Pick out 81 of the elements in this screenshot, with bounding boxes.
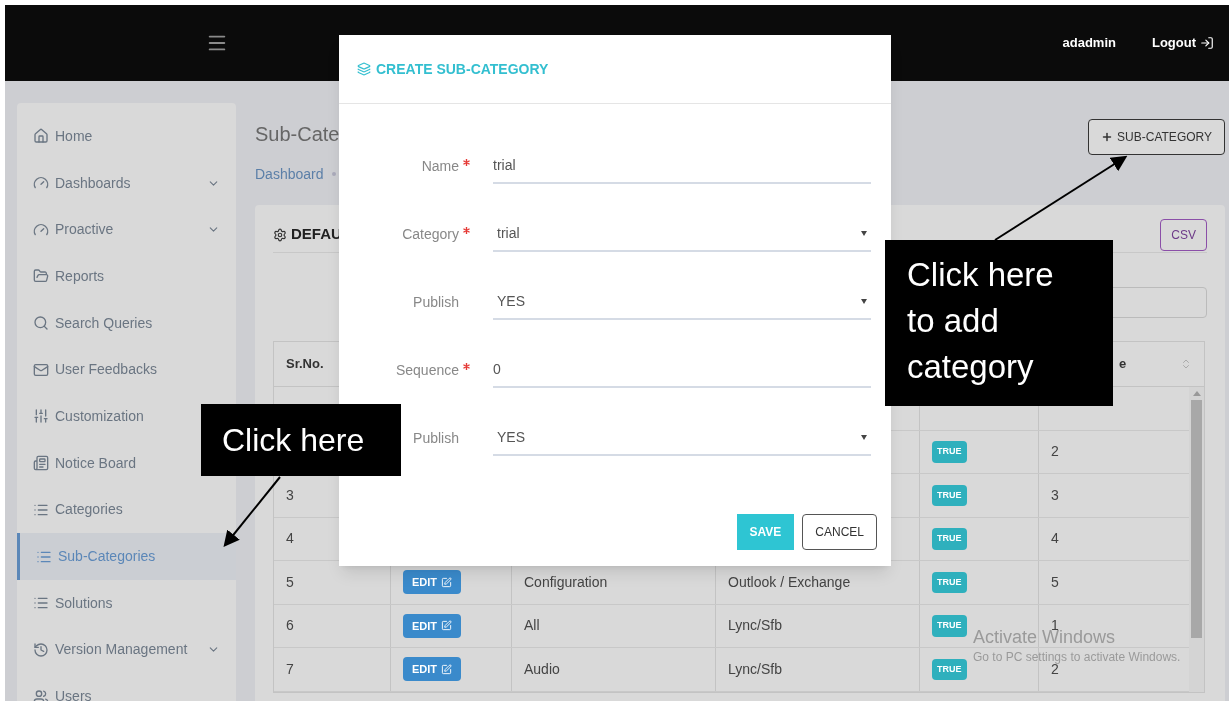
modal-title: CREATE SUB-CATEGORY (376, 59, 549, 79)
callout-tooltip: Click here (201, 404, 401, 476)
table-cell-text: Audio (524, 659, 560, 679)
table-cell-text: 5 (1051, 572, 1059, 592)
gauge-icon (33, 221, 49, 238)
input-field[interactable]: 0 (493, 352, 871, 388)
history-icon (33, 641, 49, 658)
mail-icon (33, 361, 49, 378)
sidebar-item[interactable]: Home (17, 113, 236, 160)
field-label: Sequence (395, 360, 459, 380)
edit-button[interactable]: EDIT (403, 570, 462, 595)
table-cell-text: 4 (286, 529, 294, 549)
sidebar-item[interactable]: User Feedbacks (17, 346, 236, 394)
field-label: Name (421, 156, 459, 176)
field-label: Publish (413, 428, 459, 448)
edit-icon (441, 663, 453, 675)
save-button[interactable]: SAVE (736, 514, 795, 550)
pointer-arrow (223, 476, 281, 548)
sidebar-item[interactable]: Solutions (17, 579, 236, 627)
sidebar-item[interactable]: Reports (17, 253, 236, 300)
add-sub-category-button[interactable]: SUB-CATEGORY (1088, 119, 1225, 155)
sidebar-item[interactable]: Sub-Categories (17, 533, 236, 580)
select-field[interactable]: trial (493, 216, 871, 252)
column-header: Sr.No. (286, 355, 324, 374)
table-cell-text: Outlook / Exchange (728, 572, 851, 592)
logout-icon (1200, 36, 1214, 50)
edit-icon (441, 576, 453, 588)
newspaper-icon (33, 455, 49, 472)
plus-icon (1101, 131, 1114, 143)
caret-icon (861, 298, 867, 304)
field-label: Category (402, 224, 459, 244)
edit-icon (441, 620, 453, 632)
table-cell-text: 6 (286, 616, 294, 636)
table-cell-text: Lync/Sfb (728, 659, 782, 679)
caret-icon (861, 434, 867, 440)
sort-icon[interactable] (1180, 358, 1192, 370)
table-cell-text: 2 (1051, 442, 1059, 462)
table-cell-text: Lync/Sfb (728, 616, 782, 636)
sidebar-item[interactable]: Version Management (17, 626, 236, 674)
sidebar-item[interactable]: Search Queries (17, 299, 236, 347)
gear-icon (273, 227, 287, 242)
sliders-icon (33, 408, 49, 425)
caret-icon (861, 230, 867, 236)
table-cell-text: 7 (286, 659, 294, 679)
table-cell-text: All (524, 616, 540, 636)
user-name[interactable]: adadmin (1062, 33, 1116, 53)
csv-button[interactable]: CSV (1160, 218, 1207, 251)
table-cell-text: 4 (1051, 529, 1059, 549)
page-title: Sub-Cate (255, 122, 340, 147)
status-badge: TRUE (932, 484, 967, 506)
select-field[interactable]: YES (493, 420, 871, 456)
scrollbar[interactable] (1189, 387, 1204, 692)
sidebar-item[interactable]: Users (17, 673, 236, 701)
sidebar-item[interactable]: Proactive (17, 206, 236, 254)
status-badge: TRUE (932, 528, 967, 550)
table-cell-text: 3 (1051, 485, 1059, 505)
folder-icon (33, 268, 49, 285)
select-field[interactable]: YES (493, 284, 871, 320)
field-label: Publish (413, 292, 459, 312)
cancel-button[interactable]: CANCEL (802, 514, 877, 550)
input-field[interactable]: trial (493, 148, 871, 184)
table-cell-text: 3 (286, 485, 294, 505)
status-badge: TRUE (932, 571, 967, 593)
status-badge: TRUE (932, 615, 967, 637)
breadcrumb-link[interactable]: Dashboard (255, 163, 324, 185)
column-header[interactable]: e (1119, 354, 1127, 374)
edit-button[interactable]: EDIT (403, 613, 462, 638)
users-icon (33, 688, 49, 701)
status-badge: TRUE (932, 441, 967, 463)
edit-button[interactable]: EDIT (403, 657, 462, 682)
sidebar-item[interactable]: Dashboards (17, 159, 236, 207)
search-icon (33, 315, 49, 332)
table-cell-text: 5 (286, 572, 294, 592)
home-icon (33, 128, 49, 145)
table-cell-text: Configuration (524, 572, 608, 592)
sidebar-item[interactable]: Categories (17, 486, 236, 534)
activation-notice-text: Go to PC settings to activate Windows. (973, 649, 1181, 665)
logout-link[interactable]: Logout (1151, 33, 1214, 53)
layers-icon (357, 62, 371, 76)
status-badge: TRUE (932, 658, 967, 680)
callout-tooltip: Click here to add category (885, 240, 1113, 406)
